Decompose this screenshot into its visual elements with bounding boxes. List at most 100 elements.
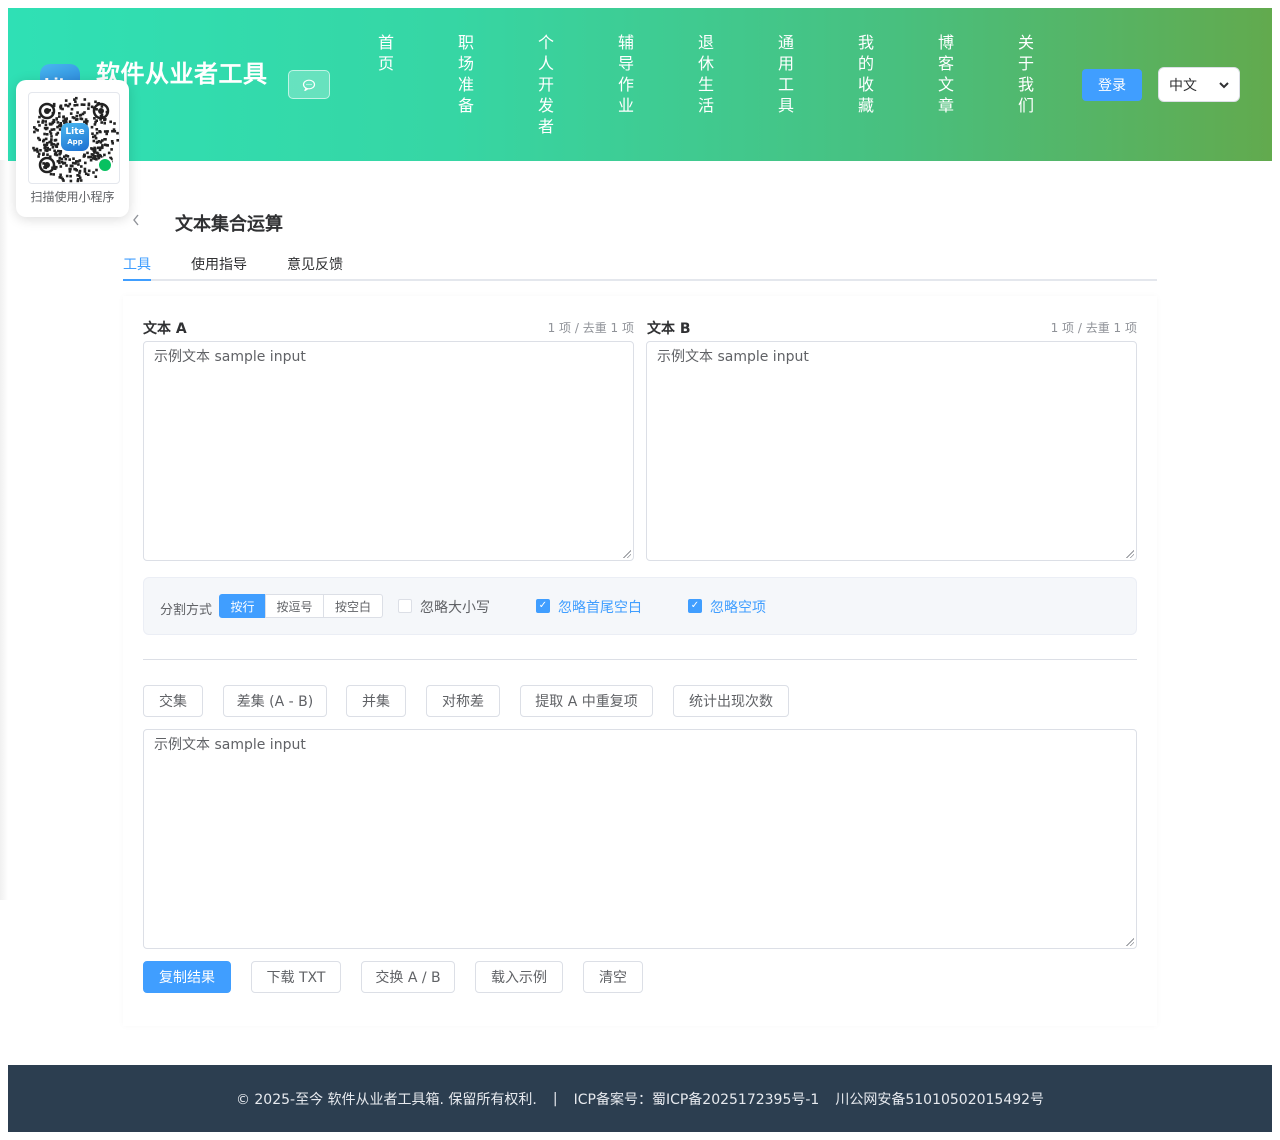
download-txt-button[interactable]: 下载 TXT (251, 961, 341, 993)
qr-dot (38, 115, 41, 119)
back-button[interactable] (132, 211, 140, 230)
qr-dot (116, 131, 119, 135)
qr-dot (93, 123, 97, 126)
qr-dot (43, 132, 46, 136)
swap-ab-button[interactable]: 交换 A / B (361, 961, 455, 993)
intersection-button[interactable]: 交集 (143, 685, 203, 717)
page-title: 文本集合运算 (175, 214, 283, 235)
tab-feedback[interactable]: 意见反馈 (287, 254, 343, 274)
ignore-case-checkbox[interactable] (398, 599, 412, 613)
qr-dot (93, 134, 97, 138)
footer-icp-link[interactable]: ICP备案号：蜀ICP备2025172395号-1 (574, 1089, 820, 1109)
check-icon: ✓ (538, 600, 548, 611)
qr-dot (65, 117, 68, 120)
clear-button[interactable]: 清空 (583, 961, 643, 993)
nav-item-favorites[interactable]: 我的收藏 (856, 32, 876, 116)
qr-dot (98, 130, 101, 133)
footer-police-link[interactable]: 川公网安备51010502015492号 (835, 1089, 1044, 1109)
count-occurrences-button[interactable]: 统计出现次数 (673, 685, 789, 717)
qr-dot (68, 170, 72, 173)
qr-dot (64, 104, 67, 107)
text-b-input[interactable]: 示例文本 sample input (646, 341, 1137, 561)
text-a-count: 1 项 / 去重 1 项 (547, 321, 634, 335)
qr-dot (48, 148, 52, 151)
ignore-empty-label[interactable]: 忽略空项 (710, 597, 766, 617)
qr-dot (90, 125, 94, 129)
qr-dot (87, 107, 90, 110)
qr-dot (56, 160, 60, 163)
language-select[interactable]: 中文 (1158, 67, 1240, 102)
text-a-input[interactable]: 示例文本 sample input (143, 341, 634, 561)
miniprogram-qr-card: Lite App 扫描使用小程序 (16, 80, 129, 217)
qr-dot (69, 174, 72, 178)
nav-item-retirement[interactable]: 退休生活 (696, 32, 716, 116)
qr-dot (71, 161, 75, 165)
qr-dot (87, 169, 91, 173)
result-output[interactable]: 示例文本 sample input (143, 729, 1137, 949)
login-button[interactable]: 登录 (1082, 69, 1142, 101)
resize-handle-icon[interactable] (1126, 938, 1134, 946)
resize-handle-icon[interactable] (1126, 550, 1134, 558)
result-value: 示例文本 sample input (154, 737, 306, 753)
site-header: Lite 软件从业者工具 首页 职场准备 个人开发者 辅导作业 退休生活 通用工… (8, 8, 1272, 161)
qr-dot (109, 120, 112, 124)
qr-dot (87, 173, 90, 176)
qr-dot (94, 136, 98, 140)
split-by-comma-button[interactable]: 按逗号 (265, 594, 324, 618)
extract-duplicates-button[interactable]: 提取 A 中重复项 (520, 685, 653, 717)
nav-item-homework[interactable]: 辅导作业 (616, 32, 636, 116)
qr-dot (42, 153, 45, 156)
union-button[interactable]: 并集 (346, 685, 406, 717)
ignore-empty-checkbox[interactable]: ✓ (688, 599, 702, 613)
copy-result-button[interactable]: 复制结果 (143, 961, 231, 993)
qr-dot (92, 155, 96, 159)
nav-item-indie-dev[interactable]: 个人开发者 (536, 32, 556, 137)
tool-tabs: 工具 使用指导 意见反馈 (123, 252, 1157, 281)
nav-item-blog[interactable]: 博客文章 (936, 32, 956, 116)
qr-dot (100, 105, 104, 108)
resize-handle-icon[interactable] (623, 550, 631, 558)
qr-dot (76, 111, 79, 114)
split-by-line-button[interactable]: 按行 (219, 594, 266, 618)
qr-dot (90, 153, 94, 156)
trim-label[interactable]: 忽略首尾空白 (558, 597, 642, 617)
chat-button[interactable] (288, 70, 330, 99)
qr-caption: 扫描使用小程序 (30, 190, 115, 204)
qr-dot (55, 133, 58, 136)
text-b-count: 1 项 / 去重 1 项 (1050, 321, 1137, 335)
split-by-whitespace-button[interactable]: 按空白 (323, 594, 383, 618)
qr-dot (110, 148, 113, 151)
load-sample-button[interactable]: 载入示例 (475, 961, 563, 993)
symmetric-difference-button[interactable]: 对称差 (426, 685, 500, 717)
nav-item-tools[interactable]: 通用工具 (776, 32, 796, 116)
qr-finder-dot (98, 108, 104, 114)
site-footer: © 2025-至今 软件从业者工具箱. 保留所有权利. | ICP备案号：蜀IC… (8, 1065, 1272, 1132)
qr-dot (50, 128, 54, 131)
tab-guide[interactable]: 使用指导 (191, 254, 247, 274)
tab-tool[interactable]: 工具 (123, 254, 151, 274)
qr-dot (62, 179, 65, 182)
check-icon: ✓ (690, 600, 700, 611)
qr-dot (49, 132, 53, 135)
ignore-case-label[interactable]: 忽略大小写 (420, 597, 490, 617)
qr-dot (37, 120, 40, 124)
qr-dot (77, 163, 80, 166)
nav-item-career[interactable]: 职场准备 (456, 32, 476, 116)
nav-item-about[interactable]: 关于我们 (1016, 32, 1036, 116)
qr-dot (38, 124, 41, 127)
qr-dot (92, 139, 96, 143)
nav-item-home[interactable]: 首页 (376, 32, 396, 74)
qr-dot (59, 165, 63, 168)
qr-dot (82, 103, 86, 106)
qr-dot (59, 122, 62, 125)
text-a-label: 文本 A (143, 321, 187, 337)
trim-checkbox[interactable]: ✓ (536, 599, 550, 613)
qr-dot (61, 107, 64, 111)
qr-dot (83, 153, 86, 157)
difference-button[interactable]: 差集 (A - B) (223, 685, 327, 717)
qr-dot (113, 122, 116, 125)
qr-dot (96, 146, 100, 150)
qr-dot (105, 143, 109, 147)
qr-dot (87, 155, 90, 159)
qr-dot (65, 174, 69, 178)
